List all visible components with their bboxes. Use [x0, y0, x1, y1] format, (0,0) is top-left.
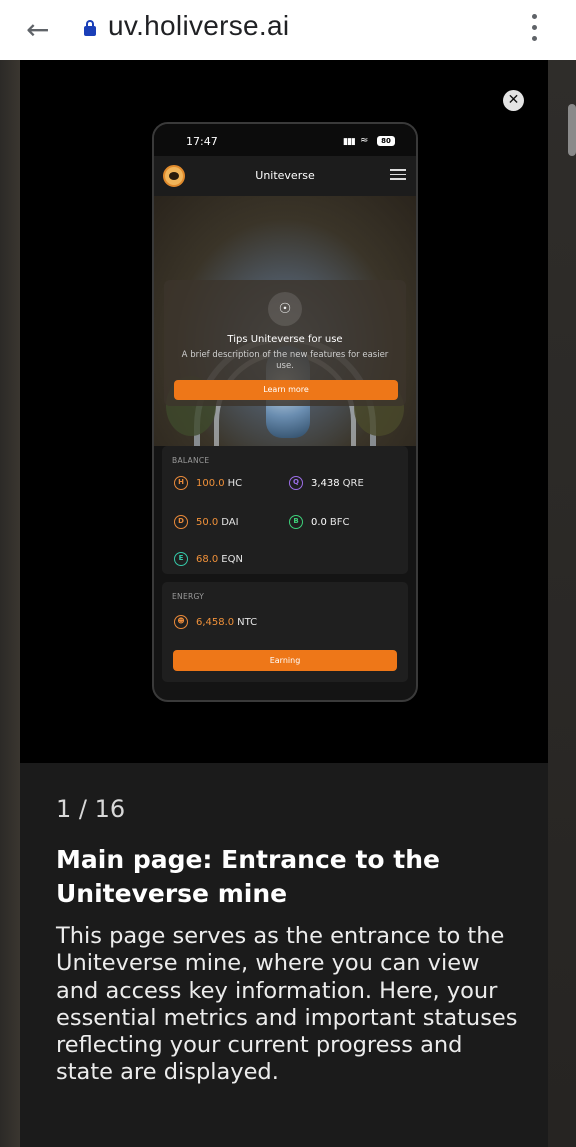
eqn-coin-icon: E: [174, 552, 188, 566]
signal-icon: ▮▮▮: [343, 137, 356, 147]
phone-clock: 17:47: [186, 135, 218, 148]
ntc-coin-icon: ☻: [174, 615, 188, 629]
phone-status-bar: 17:47 ▮▮▮ ≈ 80: [154, 124, 416, 156]
app-title: Uniteverse: [255, 169, 315, 182]
tips-title: Tips Uniteverse for use: [227, 334, 343, 345]
lightbulb-icon: ☉: [268, 292, 302, 326]
battery-icon: 80: [377, 136, 395, 146]
dai-coin-icon: D: [174, 515, 188, 529]
energy-label: ENERGY: [172, 592, 205, 601]
balance-panel: BALANCE H 100.0 HC Q 3,438 QRE D 50.0 DA…: [162, 446, 408, 574]
hamburger-menu-icon: [390, 169, 406, 181]
energy-item-ntc: ☻ 6,458.0 NTC: [174, 614, 257, 630]
wifi-icon: ≈: [360, 135, 369, 146]
earning-button: Earning: [173, 650, 397, 671]
kebab-menu-icon[interactable]: [530, 14, 540, 46]
phone-screenshot: 17:47 ▮▮▮ ≈ 80 Uniteverse ☉ Tips Uniteve…: [152, 122, 418, 702]
slide-title: Main page: Entrance to the Uniteverse mi…: [56, 845, 440, 908]
page-scrollbar[interactable]: [568, 104, 576, 156]
balance-item-hc: H 100.0 HC: [174, 475, 242, 491]
bfc-coin-icon: B: [289, 515, 303, 529]
page-background-right: [548, 60, 576, 1147]
tips-card: ☉ Tips Uniteverse for use A brief descri…: [164, 280, 406, 406]
balance-item-dai: D 50.0 DAI: [174, 514, 239, 530]
back-arrow-icon[interactable]: ←: [26, 16, 56, 44]
balance-item-qre: Q 3,438 QRE: [289, 475, 364, 491]
lock-icon[interactable]: [84, 20, 96, 36]
learn-more-button: Learn more: [174, 380, 398, 400]
mine-scene-image: ☉ Tips Uniteverse for use A brief descri…: [154, 196, 416, 446]
app-header: Uniteverse: [154, 156, 416, 196]
hc-coin-icon: H: [174, 476, 188, 490]
slide-description: This page serves as the entrance to the …: [56, 923, 518, 1086]
qre-coin-icon: Q: [289, 476, 303, 490]
slide-counter: 1 / 16: [56, 795, 126, 823]
browser-url-bar: ← uv.holiverse.ai: [0, 0, 576, 60]
balance-label: BALANCE: [172, 456, 210, 465]
balance-item-bfc: B 0.0 BFC: [289, 514, 350, 530]
energy-panel: ENERGY ☻ 6,458.0 NTC Earning: [162, 582, 408, 682]
url-text[interactable]: uv.holiverse.ai: [108, 10, 289, 42]
close-icon[interactable]: ✕: [503, 90, 524, 111]
tips-description: A brief description of the new features …: [181, 350, 389, 371]
balance-item-eqn: E 68.0 EQN: [174, 551, 243, 567]
